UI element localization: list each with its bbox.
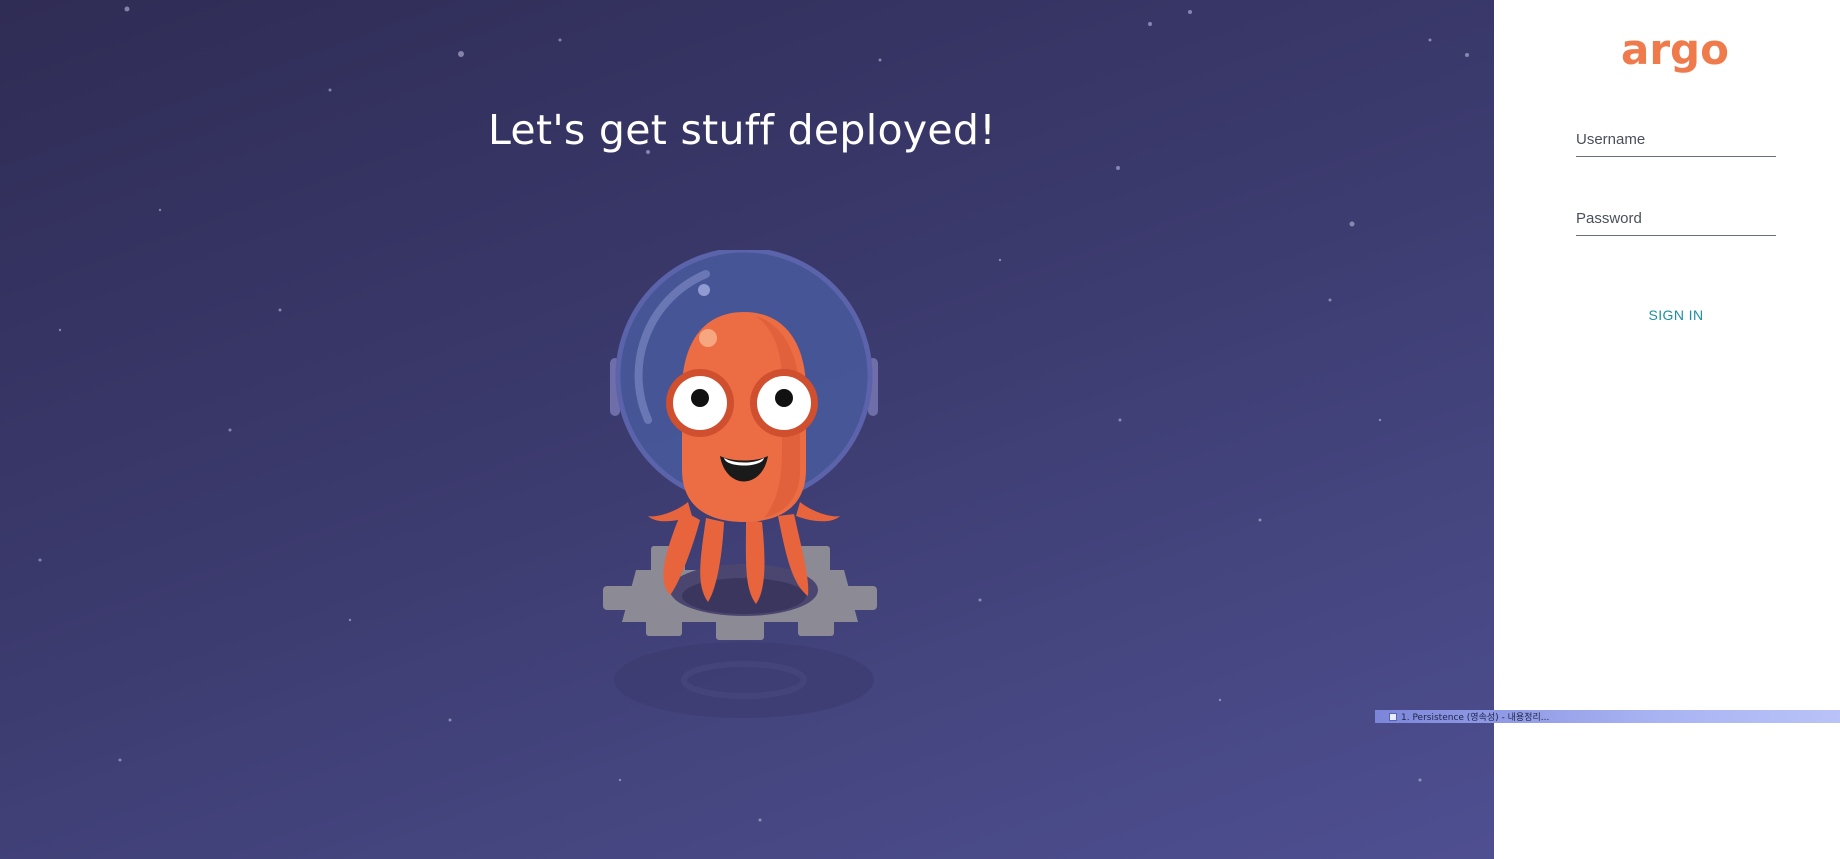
hero-title: Let's get stuff deployed! xyxy=(488,106,996,154)
taskbar-item[interactable]: 1. Persistence (영속성) - 내용정리... xyxy=(1375,710,1840,723)
hero-background: Let's get stuff deployed! xyxy=(0,0,1494,859)
password-field xyxy=(1576,203,1776,236)
argo-logo: argo xyxy=(1621,25,1729,74)
taskbar-item-label: 1. Persistence (영속성) - 내용정리... xyxy=(1401,713,1550,723)
svg-text:argo: argo xyxy=(1621,25,1729,74)
username-field xyxy=(1576,124,1776,157)
username-input[interactable] xyxy=(1576,124,1776,154)
sign-in-button[interactable]: SIGN IN xyxy=(1626,303,1726,327)
password-input[interactable] xyxy=(1576,203,1776,233)
argo-octopus-astronaut-icon xyxy=(603,250,878,718)
login-page: Let's get stuff deployed! argo Username … xyxy=(0,0,1840,859)
document-icon xyxy=(1389,712,1397,721)
